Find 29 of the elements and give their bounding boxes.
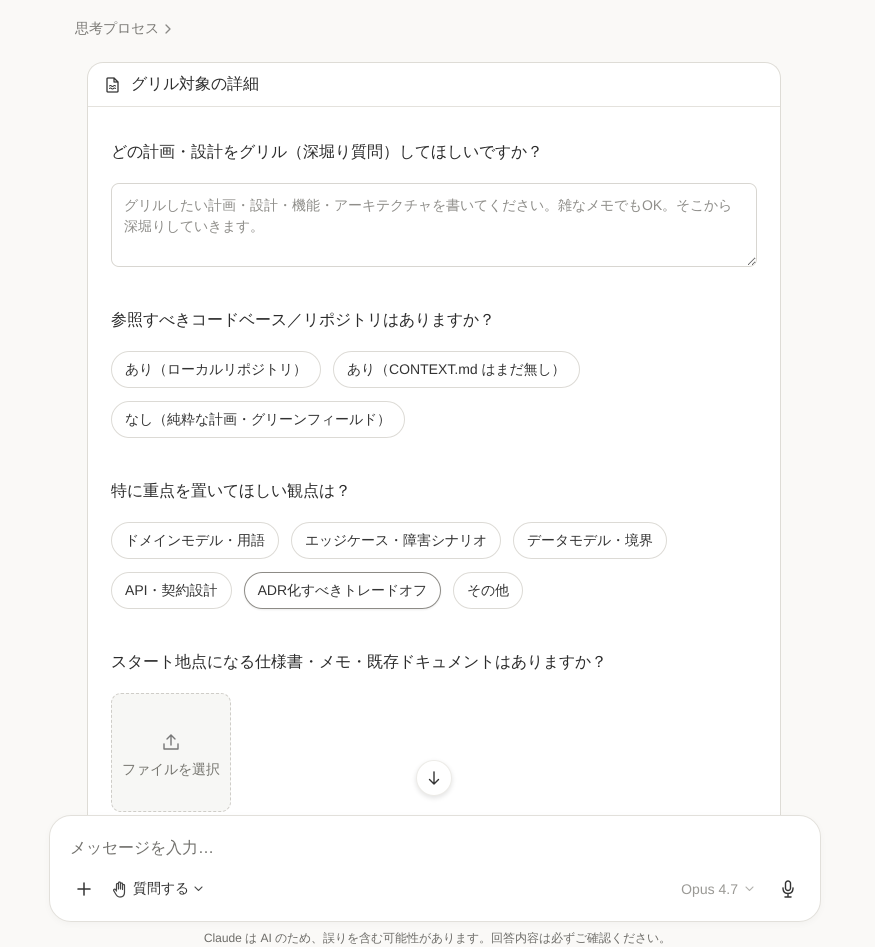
chevron-right-icon bbox=[165, 24, 171, 34]
question-text: スタート地点になる仕様書・メモ・既存ドキュメントはありますか？ bbox=[111, 652, 607, 673]
option-chip[interactable]: その他 bbox=[453, 572, 524, 609]
option-chip[interactable]: データモデル・境界 bbox=[513, 522, 667, 559]
breadcrumb-link[interactable]: 思考プロセス bbox=[75, 18, 171, 40]
document-icon bbox=[106, 76, 119, 92]
disclaimer-text: Claude は AI のため、誤りを含む可能性があります。回答内容は必ずご確認ください。 bbox=[202, 931, 672, 945]
option-chip[interactable]: エッジケース・障害シナリオ bbox=[291, 522, 501, 559]
option-chip[interactable]: API・契約設計 bbox=[111, 572, 232, 609]
chevron-down-icon bbox=[745, 886, 754, 892]
option-chip[interactable]: なし（純粋な計画・グリーンフィールド） bbox=[111, 401, 405, 438]
option-chip[interactable]: あり（CONTEXT.md はまだ無し） bbox=[333, 351, 580, 388]
card-title: グリル対象の詳細 bbox=[131, 74, 259, 95]
arrow-down-icon bbox=[428, 771, 440, 785]
message-input[interactable]: メッセージを入力… bbox=[70, 838, 470, 860]
option-chip[interactable]: ドメインモデル・用語 bbox=[111, 522, 279, 559]
plus-icon bbox=[77, 882, 91, 896]
microphone-icon bbox=[782, 880, 794, 898]
question-text: 特に重点を置いてほしい観点は？ bbox=[111, 482, 351, 502]
answer-field[interactable]: グリルしたい計画・設計・機能・アーキテクチャを書いてください。雑なメモでもOK。そこから深堀りしていきます。 bbox=[111, 183, 757, 267]
hand-icon bbox=[112, 880, 128, 898]
question-text: 参照すべきコードベース／リポジトリはありますか？ bbox=[111, 310, 495, 331]
mode-button[interactable]: 質問する bbox=[112, 875, 203, 903]
option-chip[interactable]: あり（ローカルリポジトリ） bbox=[111, 351, 321, 388]
file-select-button[interactable]: ファイルを選択 bbox=[111, 693, 231, 812]
option-chip[interactable]: ADR化すべきトレードオフ bbox=[244, 572, 442, 609]
question-text: どの計画・設計をグリル（深堀り質問）してほしいですか？ bbox=[111, 142, 543, 163]
chevron-down-icon bbox=[194, 886, 203, 892]
upload-icon bbox=[162, 732, 180, 750]
